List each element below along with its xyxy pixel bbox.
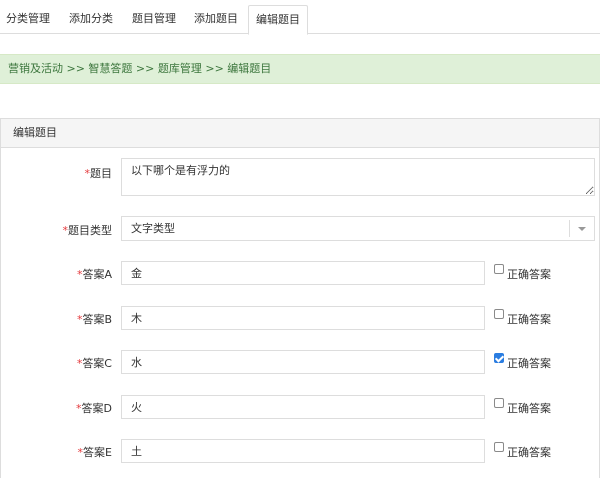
chevron-down-icon[interactable] [578,227,586,231]
tab-edit-question[interactable]: 编辑题目 [248,5,308,35]
answer-d-label: *答案D [76,402,112,415]
answer-b-label: *答案B [76,313,112,326]
question-textarea[interactable]: 以下哪个是有浮力的 [121,158,595,196]
answer-e-correct-label: 正确答案 [507,446,551,459]
answer-d-correct-checkbox[interactable] [494,398,504,408]
select-divider [569,220,570,237]
question-type-label: *题目类型 [62,224,113,237]
answer-a-correct-checkbox[interactable] [494,264,504,274]
answer-e-input[interactable] [121,439,485,463]
answer-d-correct-label: 正确答案 [507,402,551,415]
panel-title: 编辑题目 [1,119,599,148]
answer-b-correct-label: 正确答案 [507,313,551,326]
breadcrumb: 营销及活动 >> 智慧答题 >> 题库管理 >> 编辑题目 [0,54,600,84]
tab-bar: 分类管理 添加分类 题目管理 添加题目 编辑题目 [0,0,600,35]
answer-b-correct-checkbox[interactable] [494,309,504,319]
question-type-value: 文字类型 [131,222,175,235]
tab-add-question[interactable]: 添加题目 [186,5,246,34]
answer-c-input[interactable] [121,350,485,374]
answer-c-correct-checkbox[interactable] [494,353,504,363]
question-type-select[interactable]: 文字类型 [121,216,595,241]
answer-c-correct-label: 正确答案 [507,357,551,370]
tab-add-category[interactable]: 添加分类 [60,5,122,34]
question-label: *题目 [84,167,113,180]
answer-e-label: *答案E [77,446,112,459]
answer-a-label: *答案A [76,268,112,281]
tab-category-management[interactable]: 分类管理 [0,5,56,34]
answer-d-input[interactable] [121,395,485,419]
tab-question-management[interactable]: 题目管理 [124,5,184,34]
answer-a-correct-label: 正确答案 [507,268,551,281]
answer-a-input[interactable] [121,261,485,285]
answer-c-label: *答案C [76,357,112,370]
answer-e-correct-checkbox[interactable] [494,442,504,452]
answer-b-input[interactable] [121,306,485,330]
